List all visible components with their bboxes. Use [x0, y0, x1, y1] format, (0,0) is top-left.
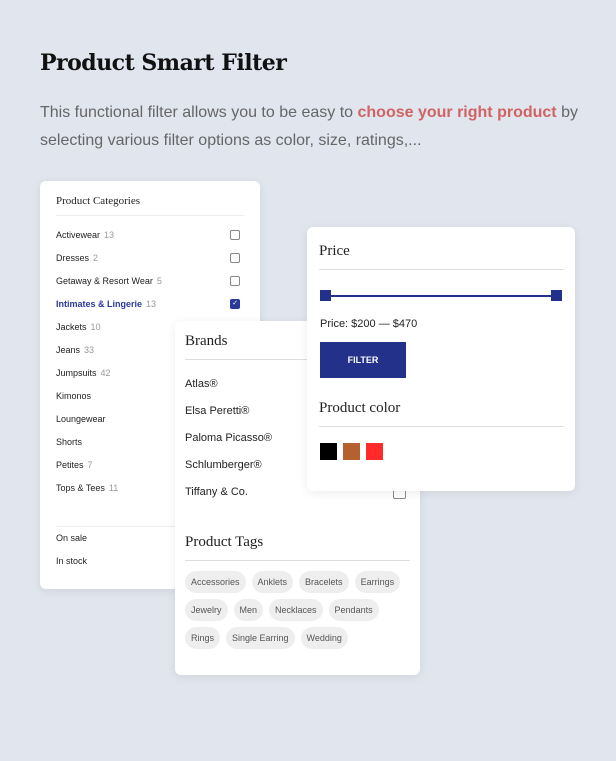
category-item[interactable]: Dresses 2	[56, 247, 244, 270]
tag-chip[interactable]: Rings	[185, 627, 221, 649]
category-label: Jeans	[56, 345, 81, 355]
tag-chip[interactable]: Pendants	[328, 599, 379, 621]
price-range-label: Price: $200 — $470	[320, 318, 418, 330]
category-count: 33	[84, 345, 95, 355]
category-label: Activewear	[56, 230, 101, 240]
tag-chip[interactable]: Earrings	[354, 571, 401, 593]
filter-button[interactable]: FILTER	[320, 342, 406, 378]
brand-label: Elsa Peretti®	[185, 405, 250, 417]
tag-chip[interactable]: Single Earring	[226, 627, 295, 649]
brand-label: Schlumberger®	[185, 459, 262, 471]
color-swatch[interactable]	[366, 443, 383, 460]
checkbox[interactable]: ✓	[230, 299, 240, 309]
color-swatch[interactable]	[320, 443, 337, 460]
category-label: Tops & Tees	[56, 483, 105, 493]
checkbox[interactable]	[230, 230, 240, 240]
category-item[interactable]: Getaway & Resort Wear 5	[56, 270, 244, 293]
slider-min-handle[interactable]	[320, 290, 331, 301]
category-count: 2	[93, 253, 99, 263]
category-item[interactable]: Activewear 13	[56, 224, 244, 247]
category-label: Kimonos	[56, 391, 92, 401]
tag-chip[interactable]: Anklets	[251, 571, 294, 593]
page-title: Product Smart Filter	[40, 50, 287, 76]
tag-chip[interactable]: Jewelry	[185, 599, 228, 621]
category-count: 11	[108, 483, 119, 493]
category-label: Intimates & Lingerie	[56, 299, 143, 309]
brand-label: Tiffany & Co.	[185, 486, 248, 498]
price-title: Price	[319, 243, 563, 270]
tag-chip[interactable]: Wedding	[300, 627, 348, 649]
tag-chip[interactable]: Bracelets	[299, 571, 349, 593]
category-label: Jackets	[56, 322, 87, 332]
category-label: Petites	[56, 460, 84, 470]
category-count: 10	[90, 322, 101, 332]
category-label: Loungewear	[56, 414, 106, 424]
slider-max-handle[interactable]	[551, 290, 562, 301]
desc-text: This functional filter allows you to be …	[40, 104, 358, 121]
desc-highlight: choose your right product	[357, 104, 557, 121]
page-description: This functional filter allows you to be …	[40, 99, 600, 155]
tags-title: Product Tags	[185, 534, 410, 561]
category-count: 13	[104, 230, 115, 240]
category-count: 42	[100, 368, 111, 378]
categories-title: Product Categories	[56, 195, 244, 216]
tag-chip[interactable]: Necklaces	[269, 599, 323, 621]
price-card: Price Price: $200 — $470 FILTER Product …	[307, 227, 575, 491]
color-title: Product color	[319, 400, 563, 427]
price-slider[interactable]	[320, 290, 562, 302]
tag-chip[interactable]: Accessories	[185, 571, 246, 593]
tag-chip[interactable]: Men	[233, 599, 264, 621]
checkbox[interactable]	[230, 276, 240, 286]
category-count: 7	[87, 460, 93, 470]
checkbox[interactable]	[230, 253, 240, 263]
category-label: Dresses	[56, 253, 90, 263]
category-label: Getaway & Resort Wear	[56, 276, 153, 286]
category-label: Shorts	[56, 437, 83, 447]
slider-track	[325, 295, 557, 297]
brand-label: Atlas®	[185, 378, 218, 390]
category-count: 5	[156, 276, 162, 286]
category-label: Jumpsuits	[56, 368, 97, 378]
category-count: 13	[146, 299, 157, 309]
brand-label: Paloma Picasso®	[185, 432, 272, 444]
category-item[interactable]: Intimates & Lingerie 13 ✓	[56, 293, 244, 316]
color-swatch[interactable]	[343, 443, 360, 460]
